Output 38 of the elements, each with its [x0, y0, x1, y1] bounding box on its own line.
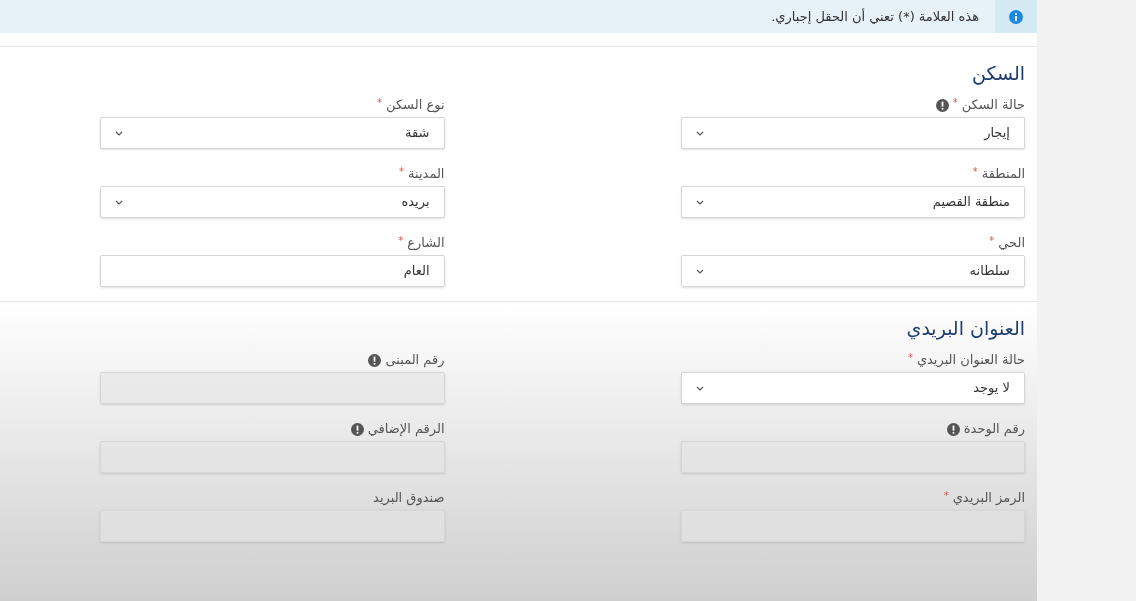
required-mark: * [398, 234, 404, 248]
field-label: نوع السكن [386, 96, 445, 115]
exclamation-icon[interactable] [935, 98, 949, 112]
required-mark: * [952, 96, 958, 110]
required-mark: * [972, 165, 978, 179]
field-label: الشارع [407, 234, 445, 253]
dropdown[interactable]: سلطانه [680, 255, 1025, 287]
info-icon [1009, 9, 1023, 24]
required-mark: * [907, 351, 913, 365]
dropdown[interactable]: لا يوجد [680, 372, 1025, 404]
required-mark: * [989, 234, 995, 248]
field-label: رقم المبنى [385, 351, 445, 370]
required-mark: * [377, 96, 383, 110]
dropdown[interactable]: إيجار [680, 117, 1025, 149]
notice-text: هذه العلامة (*) تعني أن الحقل إجباري. [771, 7, 979, 27]
chevron-down-icon [695, 199, 704, 205]
field-label: الرقم الإضافي [367, 420, 445, 439]
field-label: الحي [998, 234, 1025, 253]
chevron-down-icon [695, 130, 704, 136]
field-label: صندوق البريد [373, 489, 445, 508]
dropdown[interactable]: منطقة القصيم [680, 186, 1025, 218]
input-field[interactable]: العام [100, 255, 445, 287]
field-label: حالة السكن [961, 96, 1025, 115]
dropdown[interactable]: بريده [100, 186, 445, 218]
chevron-down-icon [695, 268, 704, 274]
chevron-down-icon [115, 130, 123, 136]
field-label: المدينة [408, 165, 445, 184]
required-mark: * [399, 165, 405, 179]
field-label: حالة العنوان البريدي [916, 351, 1025, 370]
chevron-down-icon [695, 385, 704, 391]
field-label: الرمز البريدي [952, 489, 1025, 508]
dropdown[interactable]: شقة [100, 117, 445, 149]
chevron-down-icon [115, 199, 123, 205]
required-mark: * [943, 489, 949, 503]
field-label: رقم الوحدة [963, 420, 1025, 439]
section-heading: العنوان البريدي [905, 316, 1025, 340]
field-label: المنطقة [981, 165, 1025, 184]
section-heading: السكن [971, 61, 1025, 85]
